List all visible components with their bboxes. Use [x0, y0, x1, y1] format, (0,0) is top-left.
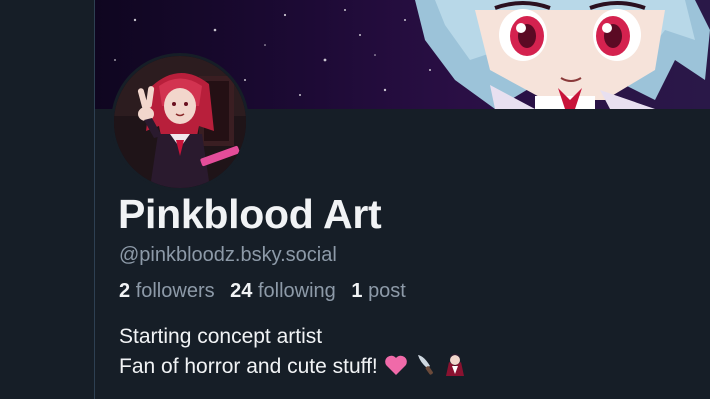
vampire-icon — [444, 352, 466, 385]
pink-heart-icon — [384, 354, 408, 385]
avatar[interactable] — [111, 53, 249, 191]
following-label: following — [257, 280, 336, 302]
posts-stat: 1 post — [351, 280, 406, 302]
bio-line-2: Fan of horror and cute stuff! — [119, 355, 378, 378]
posts-count: 1 — [351, 280, 363, 302]
bio-line-2-row: Fan of horror and cute stuff! — [119, 352, 466, 385]
following-stat[interactable]: 24 following — [230, 280, 336, 302]
profile-page: Pinkblood Art @pinkbloodz.bsky.social 2 … — [0, 0, 710, 399]
profile-handle: @pinkbloodz.bsky.social — [119, 244, 337, 266]
avatar-artwork — [114, 56, 246, 188]
followers-label: followers — [135, 280, 215, 302]
followers-count: 2 — [119, 280, 131, 302]
bio-line-1: Starting concept artist — [119, 325, 323, 348]
knife-icon — [414, 352, 438, 385]
profile-display-name: Pinkblood Art — [118, 191, 382, 237]
profile-bio: Starting concept artist Fan of horror an… — [119, 322, 466, 385]
followers-stat[interactable]: 2 followers — [119, 280, 215, 302]
profile-stats: 2 followers 24 following 1 post — [119, 280, 416, 303]
following-count: 24 — [230, 280, 253, 302]
left-nav-gutter — [0, 0, 94, 399]
posts-label: post — [368, 280, 406, 302]
